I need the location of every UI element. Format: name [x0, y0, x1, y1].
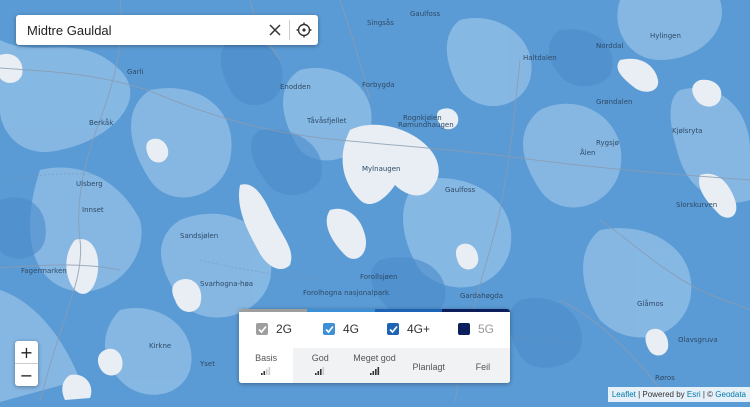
check-icon	[324, 325, 334, 333]
map-label: Garli	[127, 68, 144, 76]
map-label: Røros	[655, 374, 675, 382]
map-label: Forbygda	[362, 81, 395, 89]
quality-tab-basis[interactable]: Basis	[239, 348, 294, 383]
filter-4gplus[interactable]: 4G+	[387, 322, 430, 336]
map-label: Svarhogna-høa	[200, 280, 254, 288]
filter-4gplus-label: 4G+	[407, 322, 431, 336]
search-input[interactable]	[16, 16, 261, 44]
attribution-text: | Powered by	[635, 390, 687, 399]
signal-bar	[268, 367, 271, 375]
map-label: Glåmos	[637, 300, 664, 308]
map-label: Yset	[200, 360, 215, 368]
map-attribution: Leaflet | Powered by Esri | © Geodata	[607, 387, 750, 402]
map-label: Enodden	[280, 83, 311, 91]
map-label: Haltdalen	[523, 54, 557, 62]
check-icon	[388, 325, 398, 333]
map-label: Forollsjøen	[360, 273, 398, 281]
clear-search-button[interactable]	[261, 15, 289, 45]
zoom-in-button[interactable]: +	[15, 341, 38, 363]
attribution-text: | ©	[700, 390, 716, 399]
map-label: Innset	[82, 206, 104, 214]
map-label: Hylingen	[650, 32, 681, 40]
map-label: Gaulfoss	[410, 10, 441, 18]
map-label: Kirkne	[149, 342, 172, 350]
map-label: Berkåk	[89, 119, 114, 127]
quality-tabs: Basis God Meget god Planlagt Feil	[239, 348, 510, 383]
map-label: Gaulfoss	[445, 186, 476, 194]
quality-label: Basis	[255, 353, 278, 363]
signal-bar	[315, 373, 317, 375]
quality-tab-planlagt[interactable]: Planlagt	[401, 348, 456, 383]
signal-bar	[374, 369, 377, 375]
map-label: Singsås	[367, 19, 394, 27]
quality-tab-god[interactable]: God	[293, 348, 348, 383]
filter-2g[interactable]: 2G	[256, 322, 292, 336]
map-label: Sandsjølen	[180, 232, 219, 240]
crosshair-icon	[296, 22, 312, 38]
color-bar-5g	[442, 309, 510, 312]
leaflet-link[interactable]: Leaflet	[612, 390, 636, 399]
checkbox-4gplus[interactable]	[387, 323, 399, 335]
map-label: Kjølsryta	[672, 127, 703, 135]
map-label: Ålen	[580, 149, 596, 157]
filter-5g-label: 5G	[478, 322, 495, 336]
signal-bar	[320, 369, 322, 375]
signal-bar	[369, 373, 372, 375]
map-label: Gardahøgda	[460, 292, 504, 300]
map-label: Grøndalen	[596, 98, 633, 106]
map-label: Olavsgruva	[678, 336, 718, 344]
signal-icon	[261, 367, 271, 375]
check-icon	[257, 325, 267, 333]
zoom-out-button[interactable]: −	[15, 364, 38, 386]
filter-4g-label: 4G	[343, 322, 360, 336]
legend-color-bar	[239, 309, 510, 312]
checkbox-5g[interactable]	[458, 323, 470, 335]
signal-icon	[369, 367, 379, 375]
map-label: Mylnaugen	[362, 165, 401, 173]
signal-bar	[261, 373, 263, 375]
color-bar-2g	[239, 309, 307, 312]
signal-icon	[315, 367, 325, 375]
map-label: Norddal	[596, 42, 624, 50]
filter-2g-label: 2G	[276, 322, 293, 336]
map-label: Rømundhaugen	[398, 121, 454, 129]
close-icon	[269, 24, 281, 36]
filter-4g[interactable]: 4G	[323, 322, 359, 336]
quality-tab-meget-god[interactable]: Meget god	[347, 348, 402, 383]
zoom-control: + −	[15, 341, 38, 386]
checkbox-4g[interactable]	[323, 323, 335, 335]
signal-bar	[322, 367, 325, 375]
quality-label: Planlagt	[412, 362, 445, 372]
map-label: Forolhogna nasjonalpark	[303, 289, 390, 297]
color-bar-4gplus	[374, 309, 443, 312]
search-box	[16, 15, 318, 45]
quality-label: God	[311, 353, 329, 363]
geodata-link[interactable]: Geodata	[715, 390, 746, 399]
signal-bar	[372, 371, 374, 375]
map-label: Slorskurven	[676, 201, 718, 209]
map-label: Rygsjø	[596, 139, 619, 147]
color-bar-4g	[306, 309, 375, 312]
signal-bar	[317, 371, 320, 375]
filter-5g[interactable]: 5G	[458, 322, 494, 336]
signal-bar	[377, 367, 379, 375]
map-label: Ulsberg	[76, 180, 103, 188]
esri-link[interactable]: Esri	[687, 390, 701, 399]
signal-bar	[266, 369, 268, 375]
signal-bar	[263, 371, 266, 375]
network-filters: 2G 4G 4G+ 5G	[239, 322, 510, 338]
coverage-legend: 2G 4G 4G+ 5G Basis God Meget god Planlag	[239, 309, 510, 383]
quality-tab-feil[interactable]: Feil	[455, 348, 510, 383]
quality-label: Feil	[475, 362, 491, 372]
checkbox-2g[interactable]	[256, 323, 268, 335]
quality-label: Meget god	[353, 353, 396, 363]
map-label: Tåvåsfjellet	[307, 117, 347, 125]
map-label: Fagermarken	[21, 267, 67, 275]
locate-me-button[interactable]	[290, 15, 318, 45]
